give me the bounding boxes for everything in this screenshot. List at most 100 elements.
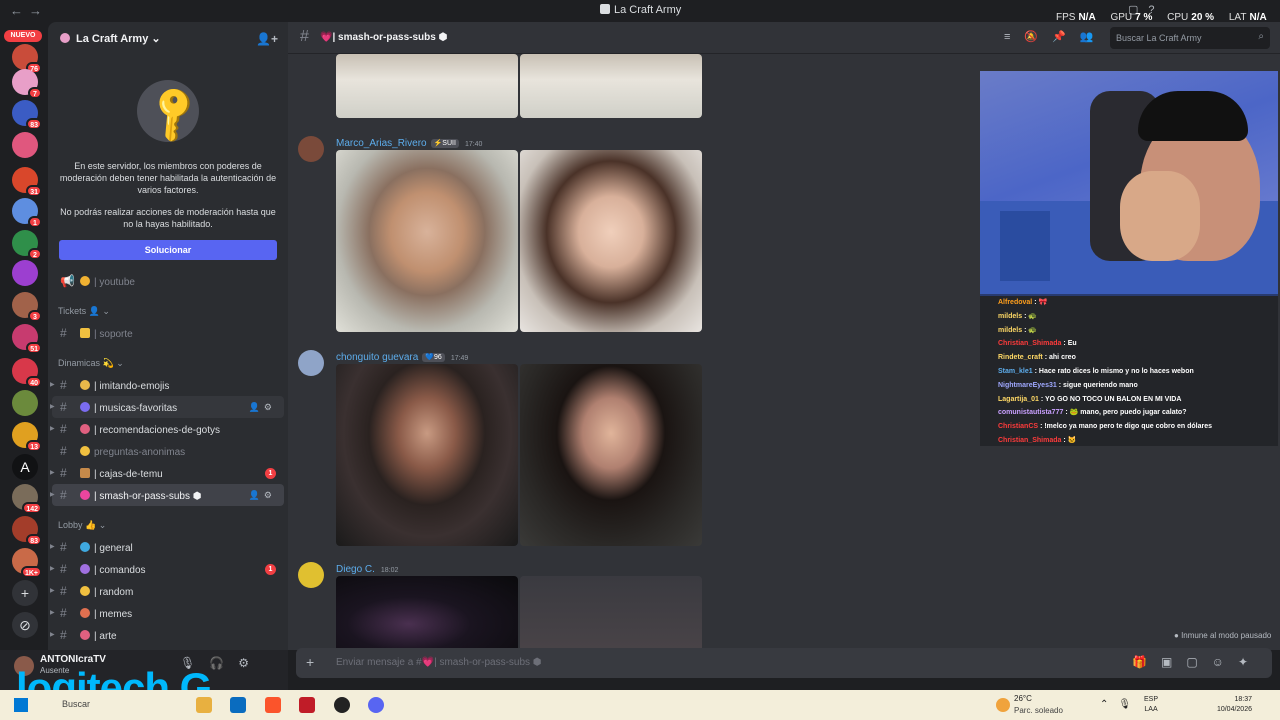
channel-imitando-emojis[interactable]: ▶ # | imitando-emojis — [50, 374, 284, 396]
server-icon[interactable]: 1K+ — [12, 548, 42, 578]
server-icon[interactable]: 3 — [12, 292, 42, 322]
server-icon[interactable]: 142 — [12, 484, 42, 514]
apps-icon[interactable]: ✦ — [1238, 655, 1262, 669]
message-author[interactable]: Diego C. 18:02 — [336, 564, 398, 575]
category-lobby[interactable]: Lobby 👍 ⌄ — [48, 514, 288, 536]
channel-actions[interactable]: 👤⚙ — [249, 396, 276, 418]
windows-start-icon[interactable] — [14, 698, 28, 712]
role-tag: ⚡SUII — [430, 139, 459, 148]
server-icon[interactable] — [12, 390, 38, 416]
channel-musicas-favoritas[interactable]: ▶ # | musicas-favoritas 👤⚙ — [50, 396, 284, 418]
channel-soporte[interactable]: # | soporte — [52, 322, 284, 344]
thread-arrow-icon: ▶ — [50, 492, 55, 498]
server-header[interactable]: La Craft Army ⌄ 👤+ — [48, 22, 288, 54]
announcement-icon: 📢 — [60, 274, 75, 288]
app-icon[interactable] — [299, 697, 316, 713]
taskbar-clock[interactable]: 18:37 10/04/2026 — [1206, 695, 1252, 715]
invite-icon[interactable]: 👤 — [249, 402, 264, 412]
invite-icon[interactable]: 👤 — [249, 490, 264, 500]
message-input[interactable]: + Enviar mensaje a #💗| smash-or-pass-sub… — [296, 648, 1272, 678]
store-icon[interactable] — [230, 697, 247, 713]
channel-general[interactable]: ▶ # | general — [50, 536, 284, 558]
mention-badge: 13 — [26, 440, 42, 452]
settings-gear-icon[interactable]: ⚙ — [238, 656, 263, 670]
server-icon[interactable]: A — [12, 454, 38, 480]
author-name[interactable]: Marco_Arias_Rivero — [336, 138, 427, 149]
gift-icon[interactable]: 🎁 — [1132, 655, 1161, 669]
channel-actions[interactable]: 👤⚙ — [249, 484, 276, 506]
chevron-up-icon[interactable]: ⌃ — [1100, 699, 1118, 710]
message-image[interactable] — [336, 54, 518, 118]
channel-cajas-de-temu[interactable]: ▶ # | cajas-de-temu 1 — [50, 462, 284, 484]
channel-smash-or-pass-subs[interactable]: ▶ # | smash-or-pass-subs ⬢ 👤⚙ — [50, 484, 284, 506]
server-icon[interactable]: 83 — [12, 516, 42, 546]
taskbar-search[interactable]: Buscar — [44, 696, 174, 714]
input-toolbar[interactable]: 🎁▣▢☺✦ — [1132, 655, 1262, 669]
message-image[interactable] — [336, 150, 518, 332]
mute-icon[interactable]: 🔕 — [1024, 31, 1052, 43]
sticker-icon[interactable]: ▢ — [1186, 655, 1211, 669]
channel-comandos[interactable]: ▶ # | comandos 1 — [50, 558, 284, 580]
threads-icon[interactable]: ≡ — [1004, 31, 1024, 43]
solucionar-button[interactable]: Solucionar — [59, 240, 277, 260]
headphones-icon[interactable]: 🎧 — [209, 656, 238, 670]
add-server-icon[interactable]: + — [12, 580, 38, 606]
header-toolbar[interactable]: ≡🔕📌👥 — [1004, 30, 1108, 43]
server-icon[interactable]: 2 — [12, 230, 42, 260]
settings-gear-icon[interactable]: ⚙ — [264, 490, 276, 500]
forward-arrow-icon[interactable]: → — [29, 3, 48, 18]
emoji-icon[interactable]: ☺ — [1212, 655, 1238, 669]
settings-gear-icon[interactable]: ⚙ — [264, 402, 276, 412]
server-icon[interactable]: 1 — [12, 198, 42, 228]
message-image[interactable] — [520, 364, 702, 546]
search-placeholder: Buscar La Craft Army — [1116, 33, 1202, 43]
invite-people-icon[interactable]: 👤+ — [256, 32, 278, 46]
discord-icon[interactable] — [368, 697, 385, 713]
file-explorer-icon[interactable] — [196, 697, 212, 713]
server-icon[interactable]: 31 — [12, 167, 42, 197]
server-icon[interactable]: 13 — [12, 422, 42, 452]
avatar[interactable] — [298, 350, 324, 376]
back-arrow-icon[interactable]: ← — [10, 3, 29, 18]
server-icon[interactable]: 7 — [12, 69, 42, 99]
author-name[interactable]: chonguito guevara — [336, 352, 418, 363]
channel-preguntas-anonimas[interactable]: # preguntas-anonimas — [52, 440, 284, 462]
members-icon[interactable]: 👥 — [1080, 31, 1108, 43]
server-icon[interactable]: 83 — [12, 100, 42, 130]
nav-arrows[interactable]: ←→ — [10, 3, 48, 18]
system-tray[interactable]: ⌃🎙 — [1100, 699, 1141, 710]
language-indicator[interactable]: ESP LAA — [1144, 695, 1158, 715]
author-name[interactable]: Diego C. — [336, 564, 375, 575]
message-image[interactable] — [520, 150, 702, 332]
avatar[interactable] — [298, 562, 324, 588]
microphone-icon[interactable]: 🎙 — [1118, 699, 1141, 710]
avatar[interactable] — [298, 136, 324, 162]
message-author[interactable]: chonguito guevara 💙96 17:49 — [336, 352, 468, 363]
hash-icon: # — [60, 444, 67, 458]
channel-memes[interactable]: ▶ # | memes — [50, 602, 284, 624]
server-icon[interactable]: 40 — [12, 358, 42, 388]
message-image[interactable] — [336, 576, 518, 650]
server-icon[interactable]: 51 — [12, 324, 42, 354]
brave-browser-icon[interactable] — [264, 697, 281, 713]
app-icon[interactable] — [333, 697, 350, 713]
channel-random[interactable]: ▶ # | random — [50, 580, 284, 602]
category-dinamicas[interactable]: Dinamicas 💫 ⌄ — [48, 352, 288, 374]
message-image[interactable] — [520, 576, 702, 650]
server-icon[interactable] — [12, 260, 38, 286]
search-input[interactable]: Buscar La Craft Army ⌕ — [1110, 27, 1270, 49]
pin-icon[interactable]: 📌 — [1052, 31, 1080, 43]
attach-plus-icon[interactable]: + — [306, 654, 314, 670]
message-placeholder: Enviar mensaje a #💗| smash-or-pass-subs … — [336, 657, 542, 668]
category-tickets[interactable]: Tickets 👤 ⌄ — [48, 300, 288, 322]
server-icon[interactable] — [12, 132, 38, 158]
channel-recomendaciones-de-gotys[interactable]: ▶ # | recomendaciones-de-gotys — [50, 418, 284, 440]
message-image[interactable] — [520, 54, 702, 118]
message-author[interactable]: Marco_Arias_Rivero ⚡SUII 17:40 — [336, 138, 482, 149]
message-image[interactable] — [336, 364, 518, 546]
gif-icon[interactable]: ▣ — [1161, 655, 1186, 669]
discover-icon[interactable]: ⊘ — [12, 612, 38, 638]
channel-arte[interactable]: ▶ # | arte — [50, 624, 284, 646]
server-icon[interactable]: 76 — [12, 44, 42, 74]
channel-youtube[interactable]: 📢 | youtube — [52, 270, 284, 292]
